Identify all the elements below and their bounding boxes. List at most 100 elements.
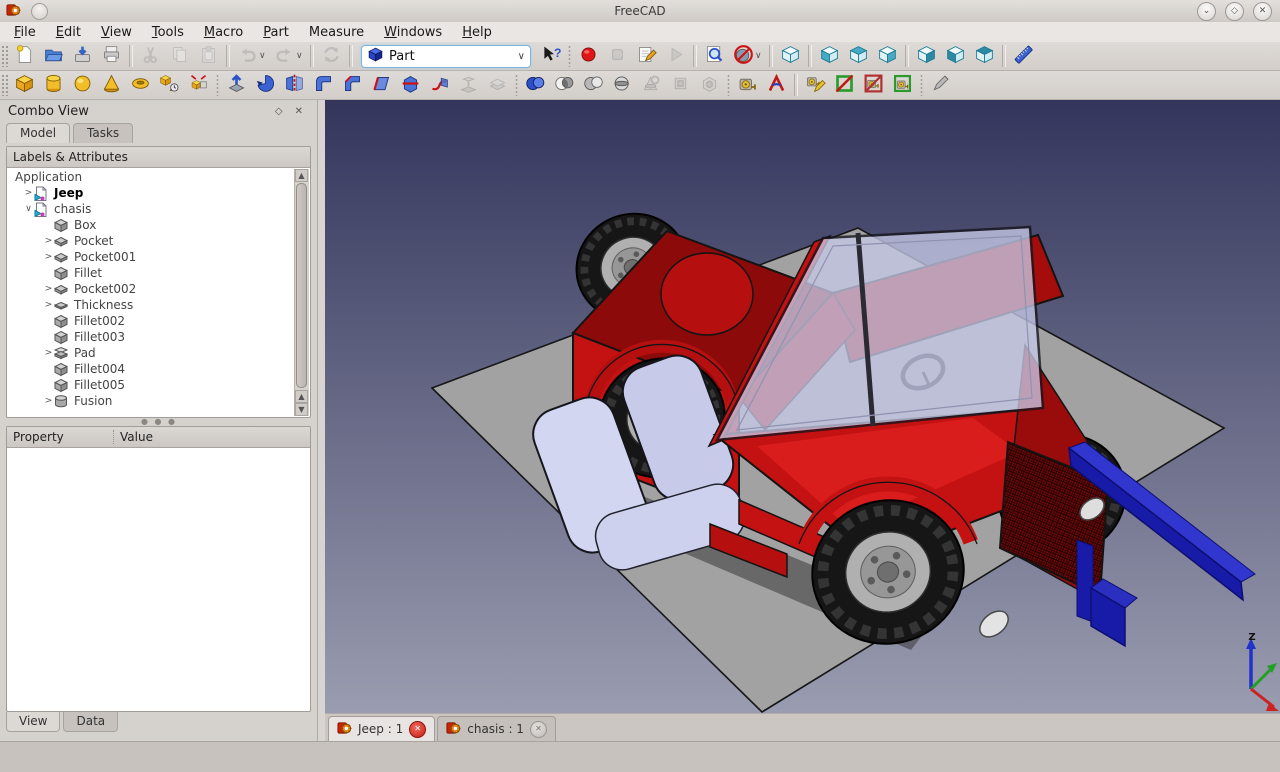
tree-item-jeep[interactable]: >Jeep — [9, 185, 294, 201]
part-extrude-button[interactable] — [222, 72, 251, 99]
menu-tools[interactable]: Tools — [142, 24, 194, 41]
measure-angular-button[interactable] — [762, 72, 791, 99]
document-tab-jeep[interactable]: Jeep : 1✕ — [328, 716, 435, 741]
menu-view[interactable]: View — [91, 24, 142, 41]
tree-item-pocket001[interactable]: >Pocket001 — [9, 249, 294, 265]
part-primitives-button[interactable] — [155, 72, 184, 99]
expand-arrow-icon[interactable]: > — [43, 396, 54, 406]
menu-file[interactable]: File — [4, 24, 46, 41]
expand-arrow-icon[interactable]: > — [43, 348, 54, 358]
measure-refresh-button[interactable] — [801, 72, 830, 99]
undo-button[interactable] — [233, 43, 262, 70]
document-tab-chasis[interactable]: chasis : 1✕ — [437, 716, 556, 741]
tree-item-fusion[interactable]: >Fusion — [9, 393, 294, 409]
cross-sections-button[interactable] — [637, 72, 666, 99]
panel-close-icon[interactable]: ✕ — [289, 106, 309, 117]
view-right-button[interactable] — [873, 43, 902, 70]
tab-model[interactable]: Model — [6, 123, 70, 143]
measure-clear-all-button[interactable] — [830, 72, 859, 99]
scroll-up-icon[interactable]: ▲ — [295, 169, 308, 182]
cut-button[interactable] — [136, 43, 165, 70]
refresh-button[interactable] — [317, 43, 346, 70]
tab-close-icon[interactable]: ✕ — [530, 721, 547, 738]
whats-this-button[interactable]: ? — [536, 43, 565, 70]
menu-windows[interactable]: Windows — [374, 24, 452, 41]
view-isometric-button[interactable] — [776, 43, 805, 70]
new-button[interactable] — [10, 43, 39, 70]
paste-button[interactable] — [194, 43, 223, 70]
close-button[interactable]: ✕ — [1253, 2, 1272, 21]
view-front-button[interactable] — [815, 43, 844, 70]
tree-item-pad[interactable]: >Pad — [9, 345, 294, 361]
tree-item-fillet[interactable]: Fillet — [9, 265, 294, 281]
boolean-cut-button[interactable] — [579, 72, 608, 99]
menu-part[interactable]: Part — [253, 24, 299, 41]
tree-item-fillet004[interactable]: Fillet004 — [9, 361, 294, 377]
titlebar-menu-button[interactable] — [31, 3, 48, 20]
expand-arrow-icon[interactable]: > — [43, 300, 54, 310]
collapse-arrow-icon[interactable]: ∨ — [23, 204, 34, 214]
panel-float-icon[interactable]: ◇ — [269, 106, 289, 117]
expand-arrow-icon[interactable]: > — [23, 188, 34, 198]
part-fillet-button[interactable] — [309, 72, 338, 99]
part-loft-button[interactable] — [454, 72, 483, 99]
part-torus-button[interactable] — [126, 72, 155, 99]
tree-item-application[interactable]: Application — [9, 169, 294, 185]
tab-data[interactable]: Data — [63, 712, 118, 732]
open-button[interactable] — [39, 43, 68, 70]
tree-item-thickness[interactable]: >Thickness — [9, 297, 294, 313]
measure-toggle-3d-button[interactable] — [859, 72, 888, 99]
boolean-section-button[interactable] — [608, 72, 637, 99]
expand-arrow-icon[interactable]: > — [43, 252, 54, 262]
boolean-union-button[interactable] — [521, 72, 550, 99]
tree-item-fillet002[interactable]: Fillet002 — [9, 313, 294, 329]
view-rear-button[interactable] — [912, 43, 941, 70]
fit-all-button[interactable] — [700, 43, 729, 70]
part-cone-button[interactable] — [97, 72, 126, 99]
menu-edit[interactable]: Edit — [46, 24, 91, 41]
menu-help[interactable]: Help — [452, 24, 502, 41]
redo-button[interactable] — [270, 43, 299, 70]
part-cross-section-button[interactable] — [396, 72, 425, 99]
menu-measure[interactable]: Measure — [299, 24, 374, 41]
scrollbar-thumb[interactable] — [296, 183, 307, 388]
part-offset-button[interactable] — [483, 72, 512, 99]
3d-viewport[interactable]: Z Y X — [325, 100, 1280, 713]
part-revolve-button[interactable] — [251, 72, 280, 99]
tab-close-icon[interactable]: ✕ — [409, 721, 426, 738]
part-make-face-button[interactable] — [367, 72, 396, 99]
menu-macro[interactable]: Macro — [194, 24, 253, 41]
chevron-down-icon[interactable]: ∨ — [755, 51, 766, 61]
view-bottom-button[interactable] — [941, 43, 970, 70]
tree-scrollbar[interactable]: ▲ ▲ ▼ — [294, 169, 309, 416]
part-box-button[interactable] — [10, 72, 39, 99]
tree-item-pocket[interactable]: >Pocket — [9, 233, 294, 249]
macro-stop-button[interactable] — [603, 43, 632, 70]
boolean-common-button[interactable] — [550, 72, 579, 99]
part-cylinder-button[interactable] — [39, 72, 68, 99]
dock-splitter[interactable]: ● ● ● — [0, 418, 318, 426]
view-left-button[interactable] — [970, 43, 999, 70]
part-chamfer-button[interactable] — [338, 72, 367, 99]
expand-arrow-icon[interactable]: > — [43, 284, 54, 294]
copy-button[interactable] — [165, 43, 194, 70]
tree-item-box[interactable]: Box — [9, 217, 294, 233]
workbench-selector[interactable]: Part∨ — [361, 45, 531, 68]
part-shape-builder-button[interactable] — [184, 72, 213, 99]
measure-linear-button[interactable] — [733, 72, 762, 99]
part-sweep-button[interactable] — [425, 72, 454, 99]
tab-tasks[interactable]: Tasks — [73, 123, 133, 143]
tree-item-chasis[interactable]: ∨chasis — [9, 201, 294, 217]
sketch-pencil-button[interactable] — [926, 72, 955, 99]
tree-item-fillet005[interactable]: Fillet005 — [9, 377, 294, 393]
save-button[interactable] — [68, 43, 97, 70]
expand-arrow-icon[interactable]: > — [43, 236, 54, 246]
offset-3d-button[interactable] — [666, 72, 695, 99]
shade-button[interactable]: ⌄ — [1197, 2, 1216, 21]
toolbar-grip[interactable] — [1, 74, 8, 96]
measure-distance-button[interactable] — [1009, 43, 1038, 70]
thickness-button[interactable] — [695, 72, 724, 99]
part-mirror-button[interactable] — [280, 72, 309, 99]
scroll-down-icon[interactable]: ▼ — [295, 403, 308, 416]
draw-style-button[interactable] — [729, 43, 758, 70]
